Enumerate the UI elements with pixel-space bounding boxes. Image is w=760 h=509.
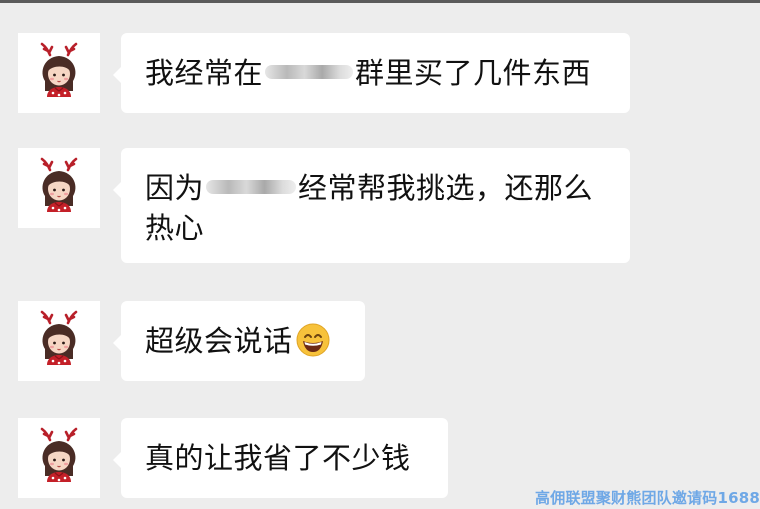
message-text: 真的让我省了不少钱 <box>145 441 411 475</box>
reindeer-girl-avatar-icon <box>29 156 89 220</box>
grinning-face-emoji-icon <box>296 323 330 357</box>
redacted-text <box>265 65 354 79</box>
message-bubble[interactable]: 超级会说话 <box>113 301 365 381</box>
avatar[interactable] <box>18 418 100 498</box>
message-bubble[interactable]: 真的让我省了不少钱 <box>113 418 448 498</box>
avatar[interactable] <box>18 301 100 381</box>
message-text: 因为 <box>145 171 205 205</box>
avatar[interactable] <box>18 33 100 113</box>
reindeer-girl-avatar-icon <box>29 41 89 105</box>
message-text: 经常帮我挑选，还那么 <box>298 171 594 205</box>
message-text: 我经常在 <box>145 56 264 90</box>
reindeer-girl-avatar-icon <box>29 309 89 373</box>
message-bubble[interactable]: 我经常在 群里买了几件东西 <box>113 33 630 113</box>
avatar[interactable] <box>18 148 100 228</box>
message-text: 热心 <box>145 211 205 245</box>
message-text: 超级会说话 <box>145 324 293 358</box>
top-divider <box>0 0 760 3</box>
reindeer-girl-avatar-icon <box>29 426 89 490</box>
watermark: 高佣联盟聚财熊团队邀请码1688 <box>535 489 760 507</box>
message-text: 群里买了几件东西 <box>355 56 592 90</box>
message-bubble[interactable]: 因为 经常帮我挑选，还那么 热心 <box>113 148 630 263</box>
redacted-text <box>206 180 297 194</box>
